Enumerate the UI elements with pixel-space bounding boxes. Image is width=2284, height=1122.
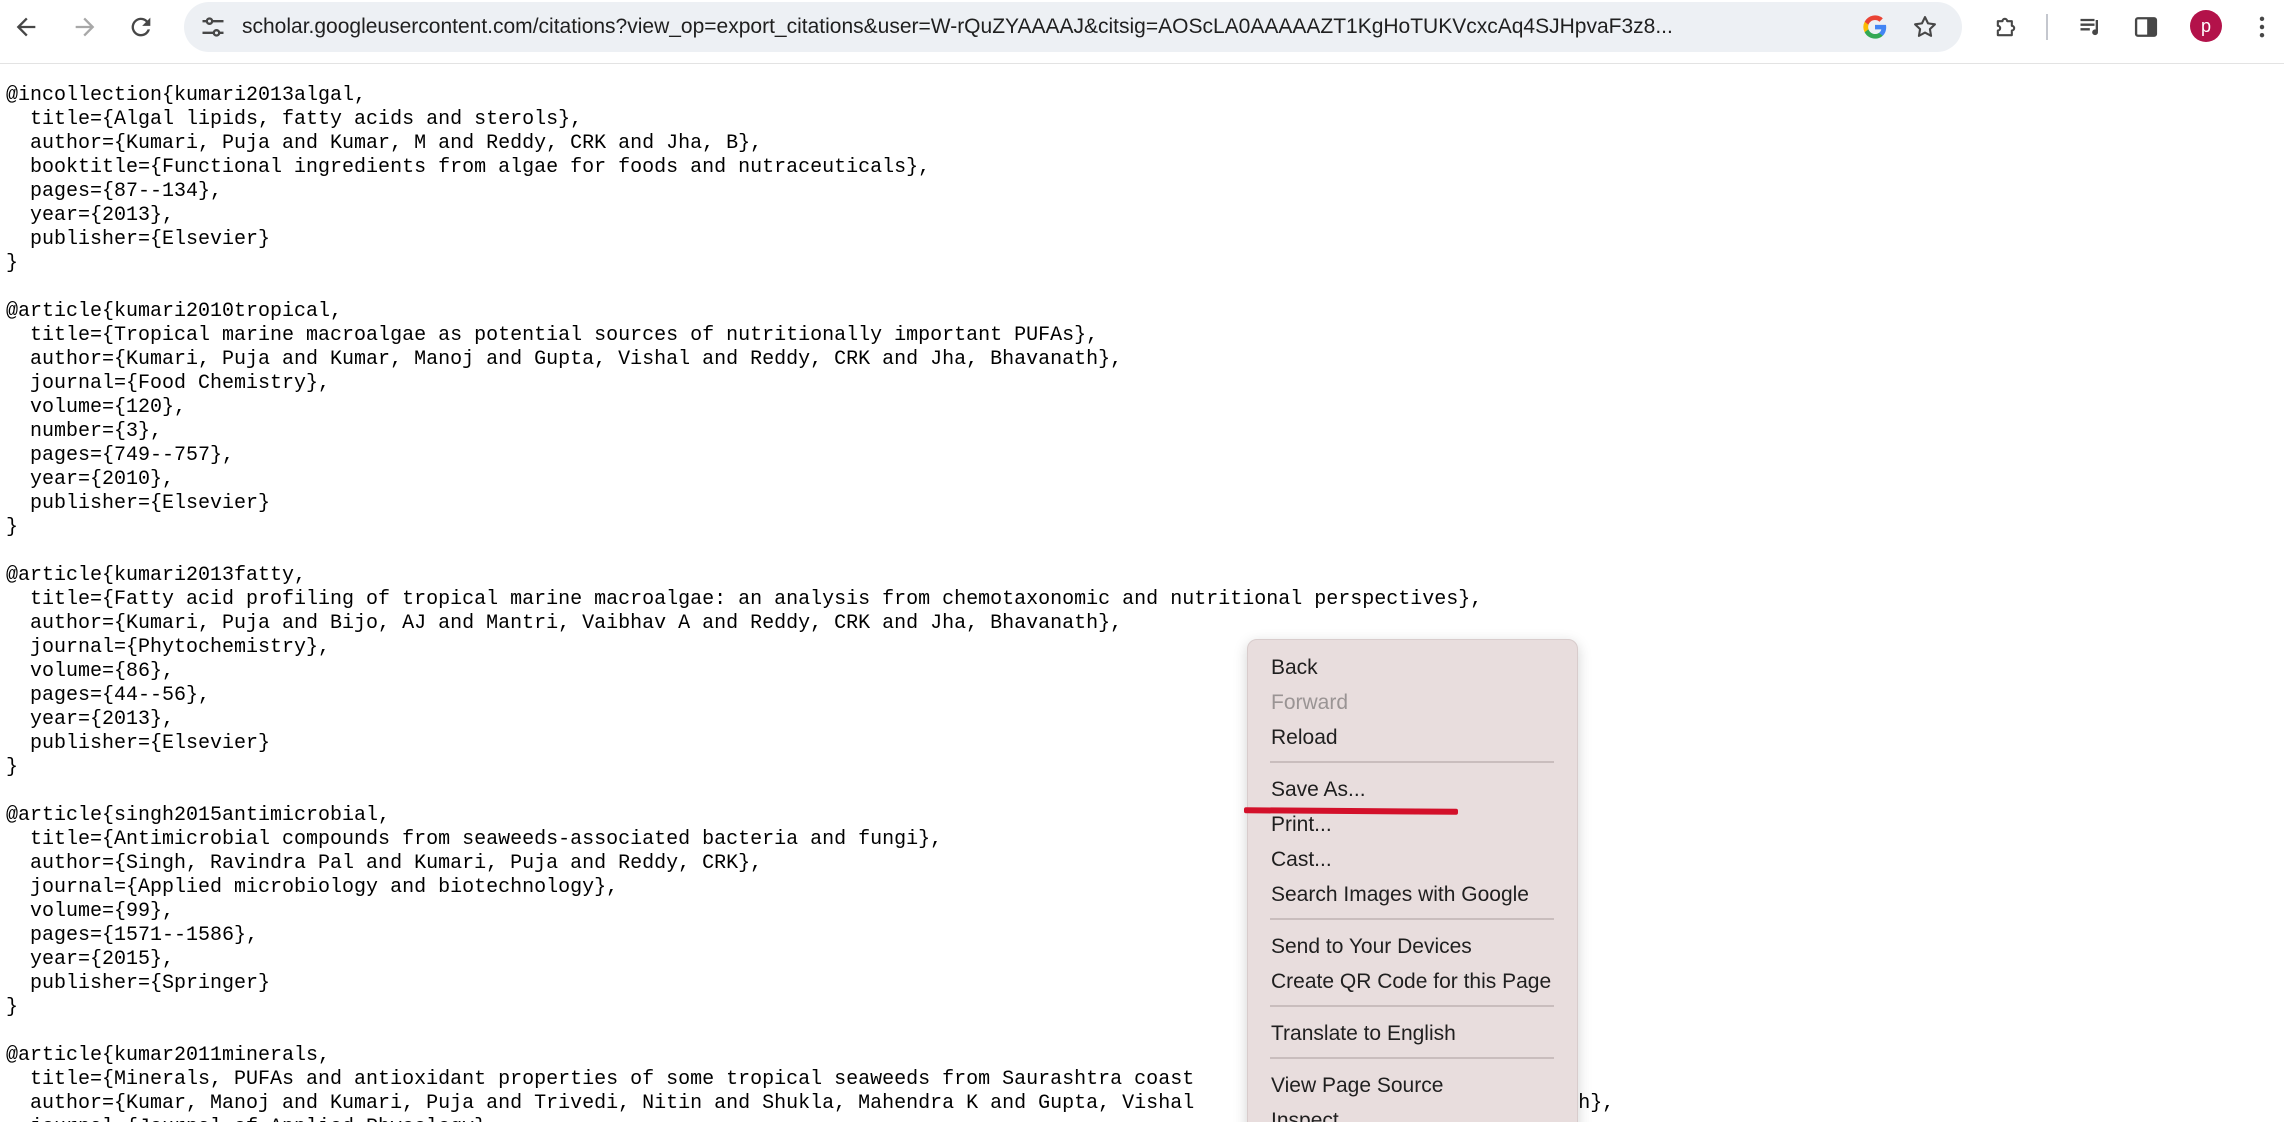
menu-item-save-as[interactable]: Save As... <box>1271 775 1366 805</box>
page-content: @incollection{kumari2013algal, title={Al… <box>6 84 2276 1122</box>
forward-button[interactable] <box>67 9 103 45</box>
address-bar[interactable]: scholar.googleusercontent.com/citations?… <box>184 2 1962 52</box>
menu-item-cast[interactable]: Cast... <box>1271 845 1332 875</box>
extensions-button[interactable] <box>1988 9 2024 45</box>
reload-button[interactable] <box>123 9 159 45</box>
kebab-menu-icon <box>2259 16 2265 38</box>
media-controls-button[interactable] <box>2073 9 2109 45</box>
google-g-icon[interactable] <box>1860 12 1890 42</box>
puzzle-icon <box>1996 17 2016 37</box>
toolbar-divider <box>2046 14 2048 40</box>
menu-separator <box>1270 918 1554 920</box>
menu-item-reload[interactable]: Reload <box>1271 723 1338 753</box>
media-controls-icon <box>2080 18 2098 36</box>
menu-separator <box>1270 1057 1554 1059</box>
arrow-left-icon <box>16 17 36 37</box>
menu-item-create-qr-code[interactable]: Create QR Code for this Page <box>1271 967 1551 997</box>
arrow-right-icon <box>75 17 95 37</box>
menu-item-forward[interactable]: Forward <box>1271 688 1348 718</box>
side-panel-button[interactable] <box>2128 9 2164 45</box>
browser-toolbar: scholar.googleusercontent.com/citations?… <box>0 0 2284 64</box>
url-host: scholar.googleusercontent.com <box>242 15 533 38</box>
url-text: scholar.googleusercontent.com/citations?… <box>242 14 2027 40</box>
menu-item-translate[interactable]: Translate to English <box>1271 1019 1456 1049</box>
bibtex-citations: @incollection{kumari2013algal, title={Al… <box>6 84 1614 1122</box>
tune-icon[interactable] <box>198 12 228 42</box>
menu-item-inspect[interactable]: Inspect <box>1271 1106 1339 1122</box>
menu-item-search-images[interactable]: Search Images with Google <box>1271 880 1529 910</box>
menu-separator <box>1270 761 1554 763</box>
url-path: /citations?view_op=export_citations&user… <box>532 15 1673 38</box>
side-panel-icon <box>2134 17 2158 37</box>
menu-item-send-to-devices[interactable]: Send to Your Devices <box>1271 932 1472 962</box>
profile-avatar[interactable]: p <box>2190 10 2222 42</box>
menu-separator <box>1270 1005 1554 1007</box>
chrome-menu-button[interactable] <box>2244 9 2280 45</box>
reload-icon <box>131 17 151 37</box>
star-icon[interactable] <box>1910 12 1940 42</box>
back-button[interactable] <box>8 9 44 45</box>
menu-item-back[interactable]: Back <box>1271 653 1318 683</box>
context-menu: Back Forward Reload Save As... Print... … <box>1247 639 1578 1122</box>
menu-item-view-source[interactable]: View Page Source <box>1271 1071 1443 1101</box>
menu-item-print[interactable]: Print... <box>1271 810 1332 840</box>
